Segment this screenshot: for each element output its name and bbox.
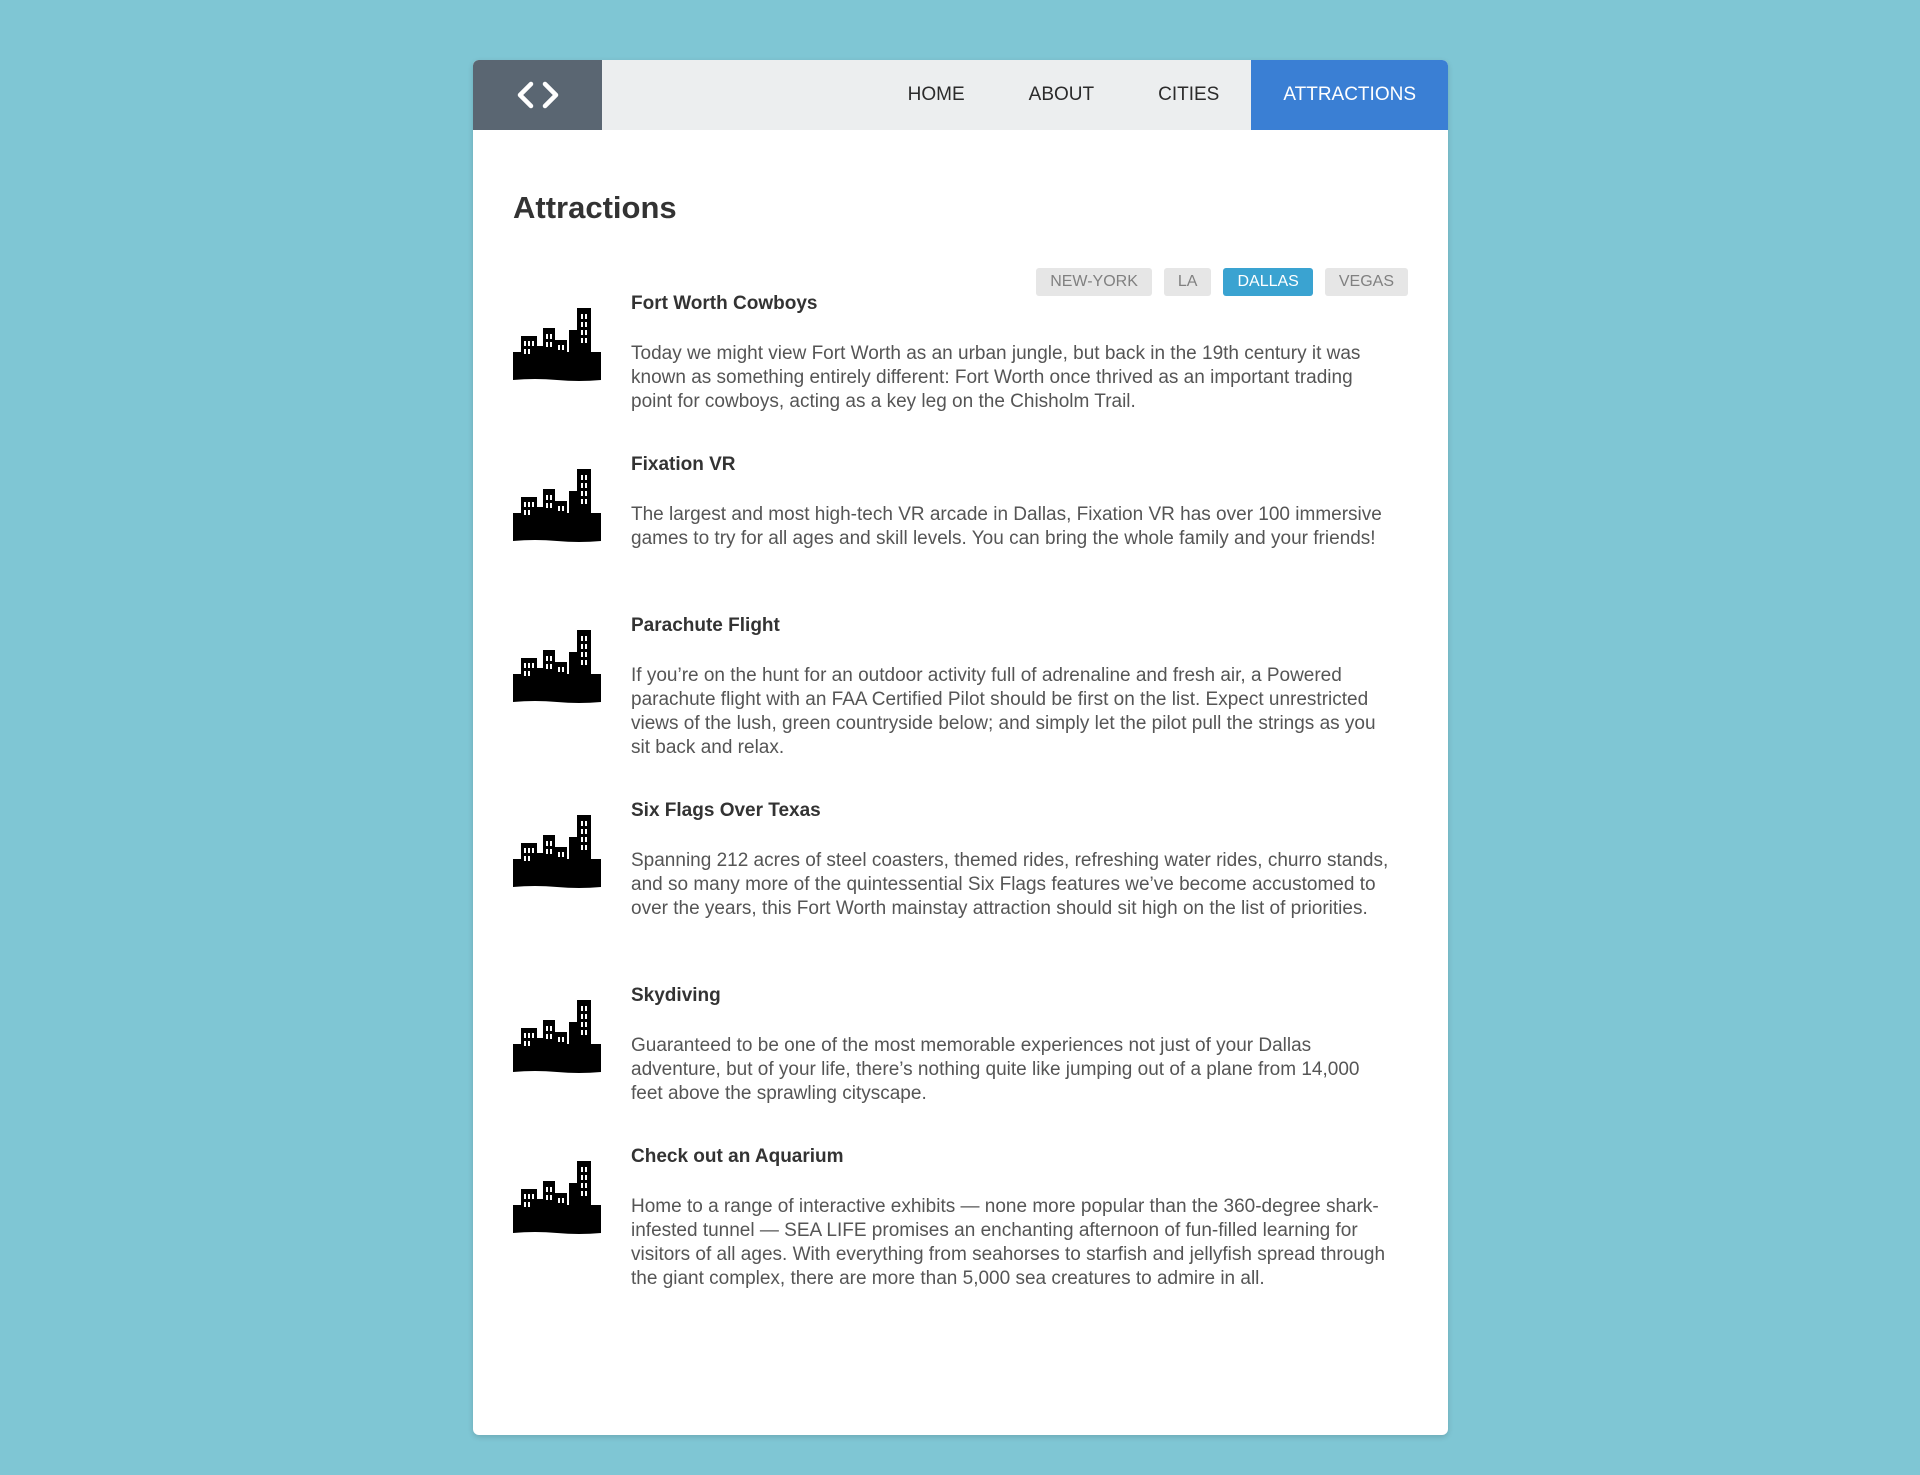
filter-la[interactable]: LA [1163,268,1212,296]
city-skyline-icon [513,630,601,706]
nav-attractions[interactable]: ATTRACTIONS [1251,60,1448,130]
city-skyline-icon [513,308,601,384]
code-brackets-icon [517,81,558,109]
attraction-description: Home to a range of interactive exhibits … [631,1196,1386,1289]
filter-dallas[interactable]: DALLAS [1223,268,1313,296]
attraction-description: Spanning 212 acres of steel coasters, th… [631,850,1389,919]
page-title: Attractions [513,190,677,225]
nav-cities[interactable]: CITIES [1126,60,1251,130]
attraction-title: Parachute Flight [631,615,780,636]
filter-new-york[interactable]: NEW-YORK [1036,268,1152,296]
attraction-description: If you’re on the hunt for an outdoor act… [631,665,1376,758]
content-card: HOME ABOUT CITIES ATTRACTIONS Attraction… [473,60,1448,1435]
nav-about[interactable]: ABOUT [997,60,1126,130]
nav-menu: HOME ABOUT CITIES ATTRACTIONS [876,60,1448,130]
attraction-title: Fort Worth Cowboys [631,293,818,314]
city-skyline-icon [513,469,601,545]
attraction-description: Guaranteed to be one of the most memorab… [631,1035,1360,1104]
attraction-title: Fixation VR [631,454,736,475]
logo[interactable] [473,60,602,130]
city-skyline-icon [513,1161,601,1237]
navbar: HOME ABOUT CITIES ATTRACTIONS [473,60,1448,130]
attraction-description: The largest and most high-tech VR arcade… [631,504,1382,549]
attraction-title: Skydiving [631,985,721,1006]
filter-vegas[interactable]: VEGAS [1324,268,1408,296]
city-skyline-icon [513,1000,601,1076]
city-skyline-icon [513,815,601,891]
nav-home[interactable]: HOME [876,60,997,130]
city-filters: NEW-YORK LA DALLAS VEGAS [1036,268,1408,296]
attraction-title: Six Flags Over Texas [631,800,821,821]
attraction-description: Today we might view Fort Worth as an urb… [631,343,1361,412]
attraction-title: Check out an Aquarium [631,1146,844,1167]
